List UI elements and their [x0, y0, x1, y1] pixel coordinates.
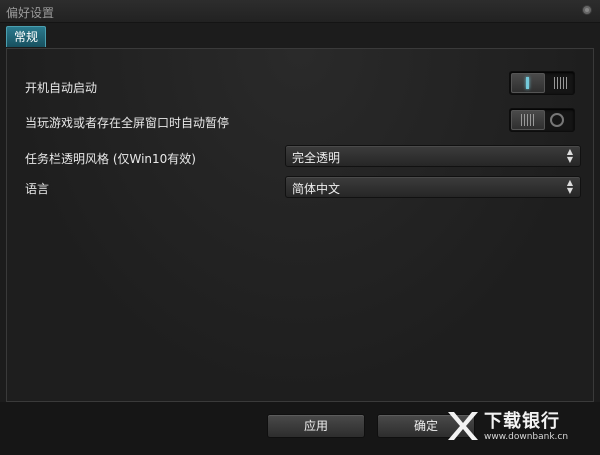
toggle-knob: [511, 110, 545, 130]
toggle-on-indicator-icon: [526, 77, 529, 89]
language-label: 语言: [25, 182, 50, 196]
watermark-logo: 下载银行 www.downbank.cn: [444, 406, 594, 450]
window-title: 偏好设置: [6, 6, 55, 20]
taskbar-style-label: 任务栏透明风格 (仅Win10有效): [25, 152, 196, 166]
close-icon[interactable]: [582, 5, 592, 15]
autostart-label: 开机自动启动: [25, 81, 98, 95]
title-bar: 偏好设置: [0, 0, 600, 23]
taskbar-style-select[interactable]: 完全透明 ▲ ▼: [285, 145, 581, 167]
settings-panel: 开机自动启动 当玩游戏或者存在全屏窗口时自动暂停 任务栏透明风格 (仅Win10…: [6, 48, 594, 402]
tab-strip: 常规: [6, 24, 596, 48]
pause-fullscreen-label: 当玩游戏或者存在全屏窗口时自动暂停: [25, 116, 230, 130]
apply-button[interactable]: 应用: [267, 414, 365, 438]
watermark-url: www.downbank.cn: [484, 432, 569, 442]
pause-fullscreen-toggle[interactable]: [509, 108, 575, 132]
toggle-off-indicator-icon: [550, 113, 564, 127]
taskbar-style-value: 完全透明: [292, 151, 341, 165]
watermark-x-icon: [448, 412, 478, 440]
autostart-toggle[interactable]: [509, 71, 575, 95]
language-value: 简体中文: [292, 182, 341, 196]
tab-general[interactable]: 常规: [6, 26, 46, 47]
toggle-grip-icon: [521, 114, 535, 126]
toggle-grip-icon: [554, 77, 568, 89]
watermark-main-text: 下载银行: [484, 411, 560, 432]
language-select[interactable]: 简体中文 ▲ ▼: [285, 176, 581, 198]
updown-arrow-icon: ▲ ▼: [566, 178, 573, 195]
updown-arrow-icon: ▲ ▼: [566, 147, 573, 164]
